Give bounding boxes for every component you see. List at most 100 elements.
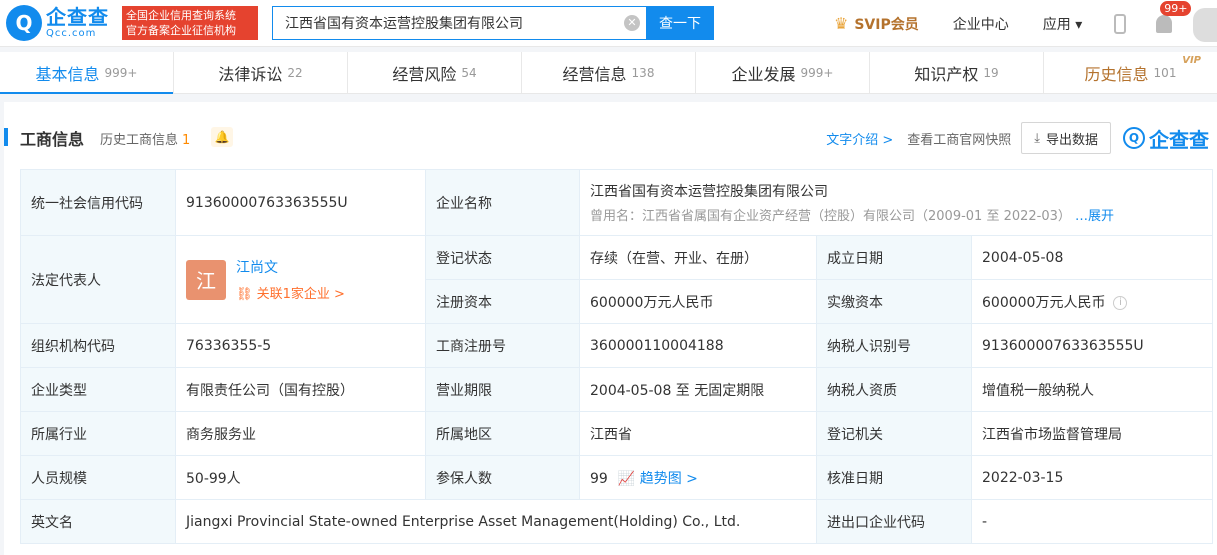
tab-count: 54: [461, 65, 477, 80]
tab-count: 999+: [800, 65, 834, 80]
staff-value: 50-99人: [175, 455, 426, 500]
text-intro-link[interactable]: 文字介绍 >: [826, 129, 893, 148]
insured-cell: 99 📈 趋势图 >: [579, 455, 817, 500]
related-companies-link[interactable]: ⛓ 关联1家企业 >: [236, 283, 345, 302]
taxpayer-qual-label: 纳税人资质: [816, 367, 972, 412]
table-row: 组织机构代码 76336355-5 工商注册号 360000110004188 …: [20, 323, 1213, 368]
bell-icon[interactable]: 🔔: [211, 127, 233, 147]
svip-label: SVIP会员: [854, 16, 919, 33]
paid-capital-value: 600000万元人民币: [982, 294, 1106, 311]
tab-basic-info[interactable]: 基本信息 999+: [0, 52, 174, 94]
table-row: 人员规模 50-99人 参保人数 99 📈 趋势图 > 核准日期 2022-03-…: [20, 455, 1213, 500]
type-value: 有限责任公司（国有控股）: [175, 367, 426, 412]
tab-history[interactable]: 历史信息 101 VIP: [1044, 52, 1217, 93]
section-accent-bar: [4, 128, 8, 146]
related-companies-text: 关联1家企业 >: [256, 287, 345, 302]
network-icon: ⛓: [236, 287, 253, 302]
table-row: 企业类型 有限责任公司（国有控股） 营业期限 2004-05-08 至 无固定期…: [20, 367, 1213, 412]
company-name[interactable]: 江西省国有资本运营控股集团有限公司: [590, 181, 1202, 201]
insured-label: 参保人数: [425, 455, 580, 500]
biz-reg-no-label: 工商注册号: [425, 323, 580, 368]
clear-icon[interactable]: ✕: [624, 15, 640, 31]
tab-label: 历史信息: [1084, 64, 1149, 84]
tab-development[interactable]: 企业发展 999+: [696, 52, 870, 93]
site-logo[interactable]: Q 企查查 Qcc.com: [6, 5, 114, 41]
logo-domain: Qcc.com: [46, 28, 97, 39]
founded-value: 2004-05-08: [971, 235, 1213, 280]
snapshot-link[interactable]: 查看工商官网快照: [907, 129, 1011, 148]
org-code-label: 组织机构代码: [20, 323, 176, 368]
taxpayer-qual-value: 增值税一般纳税人: [971, 367, 1213, 412]
en-name-value: Jiangxi Provincial State-owned Enterpris…: [175, 499, 817, 544]
bell-icon: [1156, 14, 1173, 33]
top-header: Q 企查查 Qcc.com 全国企业信用查询系统 官方备案企业征信机构 江西省国…: [0, 0, 1217, 47]
en-name-label: 英文名: [20, 499, 176, 544]
history-link[interactable]: 历史工商信息 1: [100, 129, 190, 148]
table-row: 统一社会信用代码 91360000763363555U 企业名称 江西省国有资本…: [20, 169, 1213, 236]
trend-link[interactable]: 📈 趋势图 >: [618, 471, 698, 487]
caret-down-icon: ▾: [1075, 16, 1083, 33]
org-code-value: 76336355-5: [175, 323, 426, 368]
company-name-label: 企业名称: [425, 169, 580, 236]
tab-ip[interactable]: 知识产权 19: [870, 52, 1044, 93]
tab-label: 基本信息: [35, 64, 100, 84]
history-count: 1: [182, 133, 191, 148]
term-label: 营业期限: [425, 367, 580, 412]
official-badge: 全国企业信用查询系统 官方备案企业征信机构: [122, 6, 258, 40]
tab-risk[interactable]: 经营风险 54: [348, 52, 522, 93]
mobile-icon[interactable]: [1114, 13, 1127, 34]
tab-count: 22: [287, 65, 303, 80]
export-label: 导出数据: [1045, 132, 1098, 148]
paid-capital-label: 实缴资本: [816, 279, 972, 324]
authority-label: 登记机关: [816, 411, 972, 456]
business-info-table: 统一社会信用代码 91360000763363555U 企业名称 江西省国有资本…: [20, 169, 1213, 544]
logo-q-icon: Q: [1123, 127, 1145, 149]
legal-rep-label: 法定代表人: [20, 235, 176, 324]
chart-icon: 📈: [617, 470, 636, 487]
tab-legal[interactable]: 法律诉讼 22: [174, 52, 348, 93]
paid-capital-cell: 600000万元人民币 i: [971, 279, 1213, 324]
tab-label: 知识产权: [914, 64, 979, 84]
badge-line-2: 官方备案企业征信机构: [126, 24, 236, 37]
uscc-value[interactable]: 91360000763363555U: [175, 169, 426, 236]
taxpayer-id-value: 91360000763363555U: [971, 323, 1213, 368]
region-label: 所属地区: [425, 411, 580, 456]
info-icon[interactable]: i: [1113, 295, 1128, 310]
industry-label: 所属行业: [20, 411, 176, 456]
svip-link[interactable]: ♛ SVIP会员: [834, 14, 919, 34]
uscc-label: 统一社会信用代码: [20, 169, 176, 236]
taxpayer-id-label: 纳税人识别号: [816, 323, 972, 368]
former-name: 曾用名：江西省省属国有企业资产经营（控股）有限公司（2009-01 至 2022…: [590, 205, 1202, 224]
industry-value: 商务服务业: [175, 411, 426, 456]
region-value: 江西省: [579, 411, 817, 456]
tab-count: 999+: [104, 65, 138, 80]
export-button[interactable]: ⤓ 导出数据: [1021, 122, 1111, 154]
tab-label: 企业发展: [731, 64, 796, 84]
tab-count: 101: [1153, 65, 1177, 80]
apps-label: 应用: [1042, 16, 1071, 33]
expand-link[interactable]: …展开: [1075, 209, 1114, 224]
staff-label: 人员规模: [20, 455, 176, 500]
table-row: 英文名 Jiangxi Provincial State-owned Enter…: [20, 499, 1213, 544]
table-row: 法定代表人 江 江尚文 ⛓ 关联1家企业 > 登记状态 存续（在营、开业、在册）…: [20, 235, 1213, 324]
type-label: 企业类型: [20, 367, 176, 412]
logo-q-icon: Q: [6, 5, 42, 41]
watermark-text: 企查查: [1149, 127, 1209, 152]
enterprise-center-link[interactable]: 企业中心: [953, 14, 1009, 34]
tab-count: 19: [983, 65, 999, 80]
section-title: 工商信息: [20, 130, 85, 149]
trend-text: 趋势图 >: [639, 470, 698, 487]
tab-label: 经营风险: [392, 64, 457, 84]
search-input[interactable]: 江西省国有资本运营控股集团有限公司 ✕: [272, 6, 646, 40]
legal-rep-name[interactable]: 江尚文: [236, 257, 345, 277]
apps-menu[interactable]: 应用 ▾: [1043, 14, 1082, 34]
table-row: 所属行业 商务服务业 所属地区 江西省 登记机关 江西省市场监督管理局: [20, 411, 1213, 456]
user-avatar[interactable]: [1193, 8, 1217, 42]
notification-button[interactable]: 99+: [1156, 0, 1192, 33]
search-value: 江西省国有资本运营控股集团有限公司: [285, 16, 523, 32]
legal-rep-cell: 江 江尚文 ⛓ 关联1家企业 >: [175, 235, 426, 324]
reg-capital-label: 注册资本: [425, 279, 580, 324]
reg-capital-value: 600000万元人民币: [579, 279, 817, 324]
tab-operation[interactable]: 经营信息 138: [522, 52, 696, 93]
search-button[interactable]: 查一下: [646, 6, 714, 40]
